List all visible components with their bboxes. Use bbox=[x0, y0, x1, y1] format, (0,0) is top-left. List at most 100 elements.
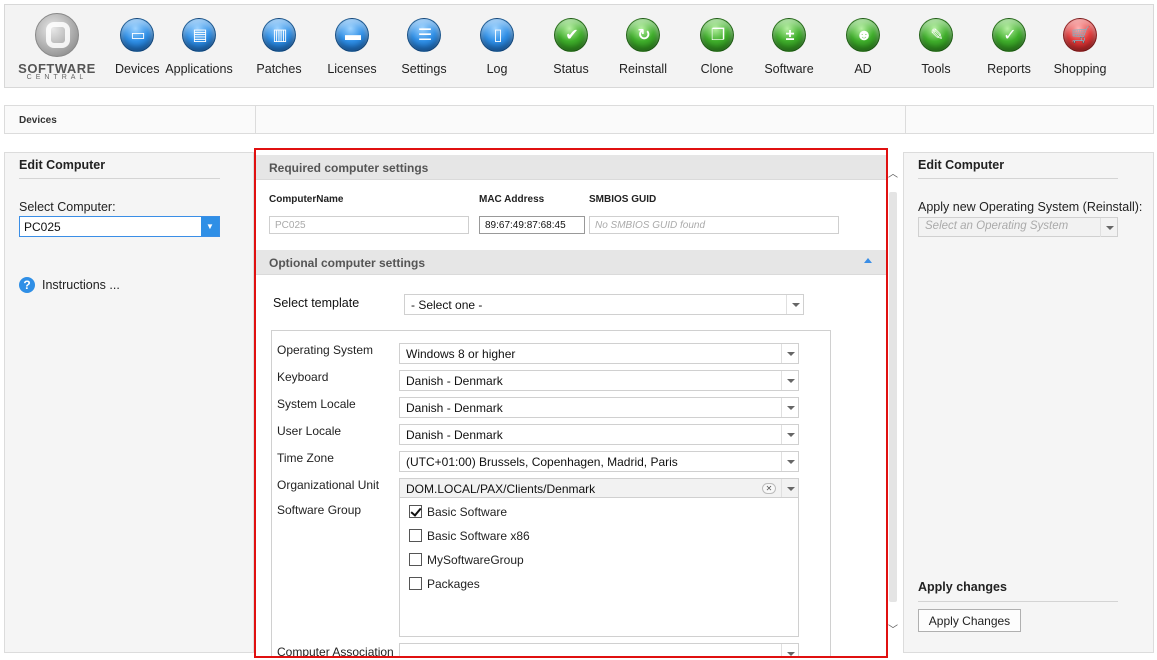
setting-value: Danish - Denmark bbox=[406, 374, 503, 388]
software-group-label: Basic Software bbox=[427, 505, 508, 519]
select-template-dropdown[interactable]: - Select one - bbox=[404, 294, 804, 315]
setting-value: (UTC+01:00) Brussels, Copenhagen, Madrid… bbox=[406, 455, 678, 469]
chevron-down-icon[interactable] bbox=[1100, 218, 1117, 237]
software-group-item[interactable]: MySoftwareGroup bbox=[409, 552, 709, 568]
setting-value: DOM.LOCAL/PAX/Clients/Denmark bbox=[406, 482, 596, 496]
select-computer-label: Select Computer: bbox=[19, 200, 116, 214]
software-group-item[interactable]: Packages bbox=[409, 576, 709, 592]
setting-dropdown[interactable]: DOM.LOCAL/PAX/Clients/Denmark ✕ bbox=[399, 478, 799, 499]
clear-icon[interactable]: ✕ bbox=[762, 483, 776, 494]
computer-name-input[interactable]: PC025 bbox=[269, 216, 469, 234]
software-group-item[interactable]: Basic Software x86 bbox=[409, 528, 709, 544]
status-check-icon: ✔ bbox=[554, 18, 588, 52]
chevron-down-icon[interactable]: ▼ bbox=[201, 217, 219, 236]
collapse-arrow-icon[interactable] bbox=[864, 258, 872, 263]
settings-scrollbar[interactable]: ︿ ﹀ bbox=[886, 168, 900, 638]
computer-settings-panel: Required computer settings ComputerName … bbox=[254, 148, 888, 658]
ad-users-icon: ☻ bbox=[846, 18, 880, 52]
chevron-down-icon[interactable] bbox=[781, 644, 798, 656]
left-panel: Edit Computer Select Computer: PC025 ▼ ?… bbox=[4, 152, 254, 653]
setting-dropdown[interactable]: Danish - Denmark bbox=[399, 397, 799, 418]
setting-dropdown[interactable]: (UTC+01:00) Brussels, Copenhagen, Madrid… bbox=[399, 451, 799, 472]
toolbar-reports-button[interactable]: ✓ Reports bbox=[984, 5, 1034, 89]
toolbar-licenses-button[interactable]: ▬ Licenses bbox=[324, 5, 380, 89]
reports-icon: ✓ bbox=[992, 18, 1026, 52]
toolbar-label: Tools bbox=[921, 62, 951, 76]
toolbar-label: Reports bbox=[987, 62, 1031, 76]
toolbar-log-button[interactable]: ▯ Log bbox=[477, 5, 517, 89]
software-group-checkbox[interactable] bbox=[409, 577, 422, 590]
software-group-item[interactable]: Basic Software bbox=[409, 504, 709, 520]
smbios-guid-input[interactable]: No SMBIOS GUID found bbox=[589, 216, 839, 234]
toolbar-label: AD bbox=[854, 62, 872, 76]
chevron-down-icon[interactable] bbox=[781, 452, 798, 471]
toolbar-devices-button[interactable]: ▭ Devices bbox=[115, 5, 159, 89]
software-group-label: Software Group bbox=[277, 503, 362, 517]
setting-label: System Locale bbox=[277, 397, 356, 411]
chevron-down-icon[interactable] bbox=[781, 479, 798, 498]
computer-association-dropdown[interactable] bbox=[399, 643, 799, 656]
chevron-down-icon[interactable] bbox=[781, 398, 798, 417]
toolbar-label: Log bbox=[486, 62, 508, 76]
toolbar-patches-button[interactable]: ▥ Patches bbox=[256, 5, 302, 89]
logo-subtext: CENTRAL bbox=[26, 74, 88, 81]
optional-settings-title: Optional computer settings bbox=[269, 256, 426, 270]
software-group-label: Packages bbox=[427, 577, 480, 591]
setting-label: Keyboard bbox=[277, 370, 329, 384]
toolbar-tools-button[interactable]: ✎ Tools bbox=[916, 5, 956, 89]
software-group-checkbox[interactable] bbox=[409, 529, 422, 542]
toolbar-software-button[interactable]: ± Software bbox=[759, 5, 819, 89]
apply-changes-title: Apply changes bbox=[918, 580, 1007, 594]
template-settings-box: Operating System Windows 8 or higher Keybo… bbox=[271, 330, 831, 658]
logo-disc-icon bbox=[35, 13, 79, 57]
os-placeholder: Select an Operating System bbox=[925, 220, 1069, 232]
setting-label: Time Zone bbox=[277, 451, 334, 465]
software-group-checkbox[interactable] bbox=[409, 553, 422, 566]
optional-settings-header[interactable]: Optional computer settings bbox=[256, 250, 886, 275]
mac-address-input[interactable]: 89:67:49:87:68:45 bbox=[479, 216, 585, 234]
toolbar-shopping-button[interactable]: 🛒 Shopping bbox=[1049, 5, 1111, 89]
computer-association-label: Computer Association bbox=[277, 645, 394, 658]
chevron-down-icon[interactable] bbox=[781, 425, 798, 444]
software-central-logo: SOFTWARE CENTRAL bbox=[9, 11, 101, 83]
scroll-thumb[interactable] bbox=[889, 192, 897, 602]
setting-value: Danish - Denmark bbox=[406, 401, 503, 415]
scroll-up-icon[interactable]: ︿ bbox=[888, 170, 898, 180]
main-toolbar: SOFTWARE CENTRAL ▭ Devices ▤ Applications ▥ P… bbox=[4, 4, 1154, 88]
scroll-down-icon[interactable]: ﹀ bbox=[888, 626, 898, 636]
setting-dropdown[interactable]: Danish - Denmark bbox=[399, 370, 799, 391]
smbios-guid-label: SMBIOS GUID bbox=[589, 194, 657, 205]
shopping-cart-icon: 🛒 bbox=[1063, 18, 1097, 52]
breadcrumb-bar: Devices bbox=[4, 105, 1154, 134]
toolbar-label: Shopping bbox=[1053, 62, 1107, 76]
chevron-down-icon[interactable] bbox=[781, 371, 798, 390]
setting-dropdown[interactable]: Danish - Denmark bbox=[399, 424, 799, 445]
toolbar-ad-button[interactable]: ☻ AD bbox=[843, 5, 883, 89]
toolbar-settings-button[interactable]: ☰ Settings bbox=[394, 5, 454, 89]
selected-computer-value: PC025 bbox=[24, 220, 61, 234]
setting-dropdown[interactable]: Windows 8 or higher bbox=[399, 343, 799, 364]
instructions-label: Instructions ... bbox=[42, 278, 120, 292]
chevron-down-icon[interactable] bbox=[786, 295, 803, 314]
required-settings-title: Required computer settings bbox=[269, 161, 429, 175]
toolbar-label: Devices bbox=[115, 62, 160, 76]
settings-icon: ☰ bbox=[407, 18, 441, 52]
toolbar-applications-button[interactable]: ▤ Applications bbox=[164, 5, 234, 89]
setting-value: Windows 8 or higher bbox=[406, 347, 516, 361]
select-computer-dropdown[interactable]: PC025 ▼ bbox=[19, 216, 220, 237]
toolbar-label: Reinstall bbox=[619, 62, 667, 76]
select-os-dropdown[interactable]: Select an Operating System bbox=[918, 217, 1118, 237]
breadcrumb: Devices bbox=[19, 115, 57, 126]
toolbar-reinstall-button[interactable]: ↻ Reinstall bbox=[616, 5, 670, 89]
computer-name-label: ComputerName bbox=[269, 194, 344, 205]
toolbar-status-button[interactable]: ✔ Status bbox=[551, 5, 591, 89]
toolbar-clone-button[interactable]: ❐ Clone bbox=[694, 5, 740, 89]
software-group-checkbox[interactable] bbox=[409, 505, 422, 518]
setting-label: Operating System bbox=[277, 343, 374, 357]
select-template-label: Select template bbox=[273, 296, 360, 310]
software-group-label: Basic Software x86 bbox=[427, 529, 530, 543]
toolbar-label: Settings bbox=[401, 62, 447, 76]
apply-changes-button[interactable]: Apply Changes bbox=[918, 609, 1021, 632]
apply-os-label: Apply new Operating System (Reinstall): bbox=[918, 200, 1143, 214]
chevron-down-icon[interactable] bbox=[781, 344, 798, 363]
